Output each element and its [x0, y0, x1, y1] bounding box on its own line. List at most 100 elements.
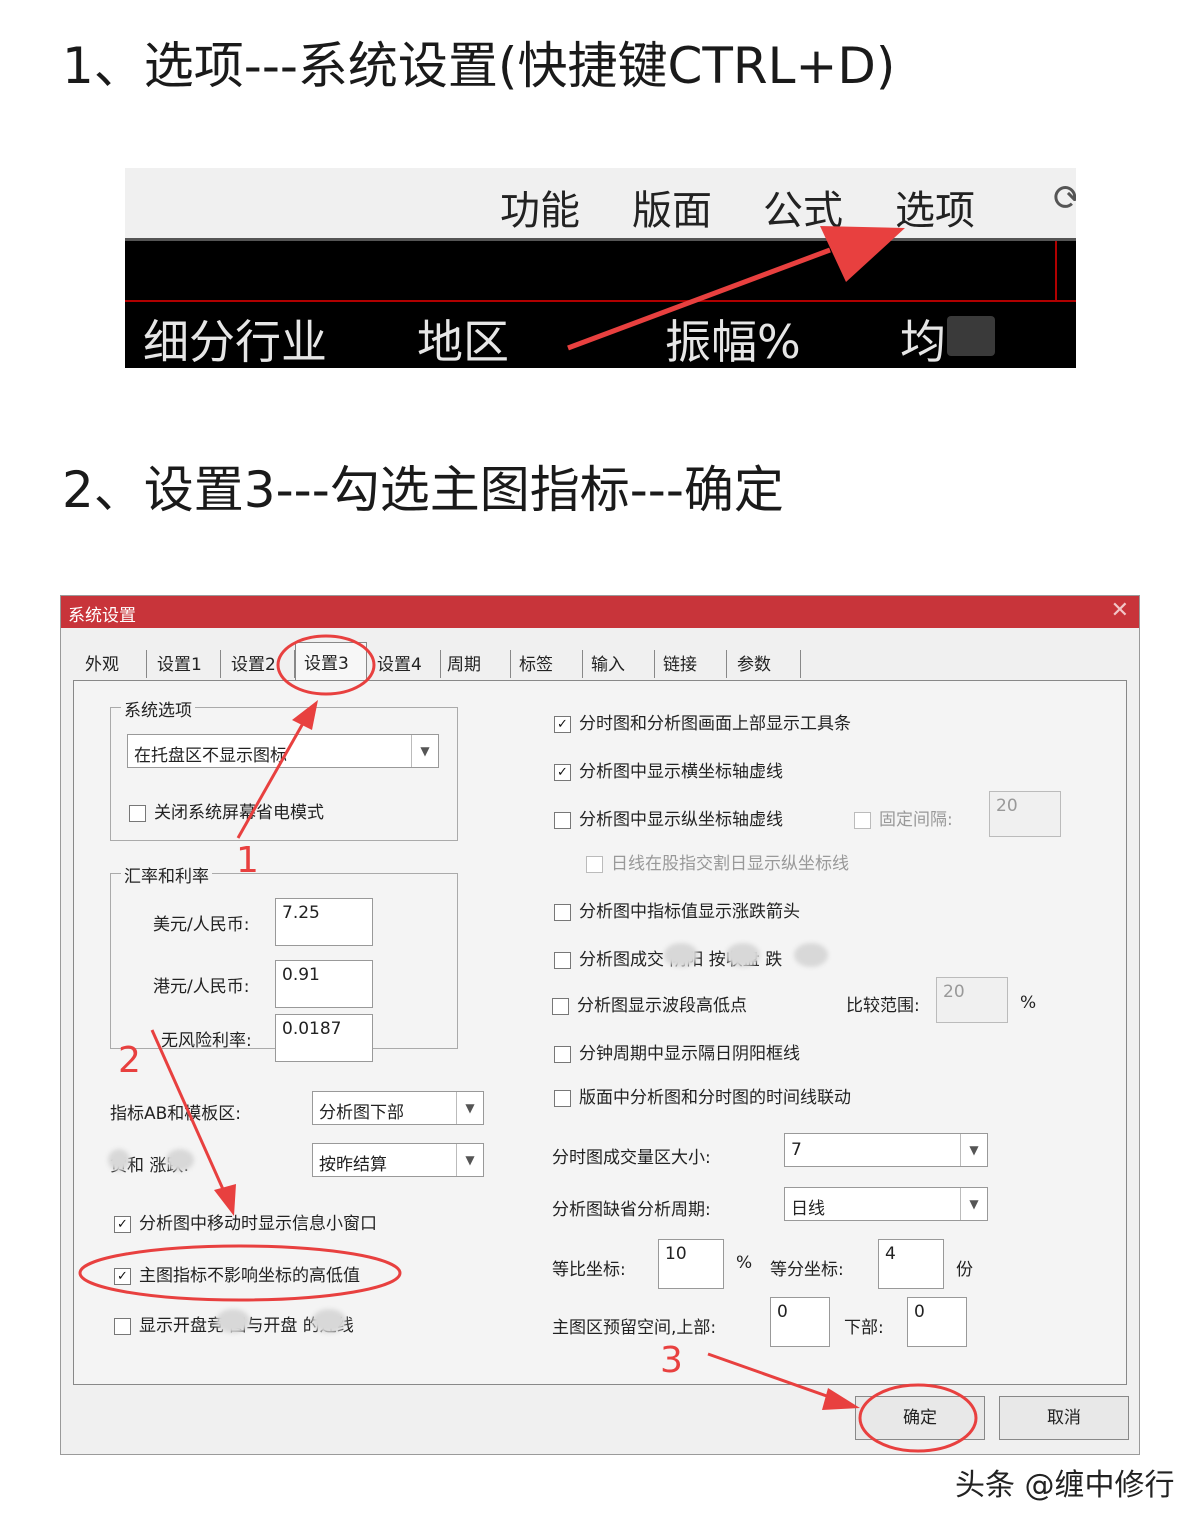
blurred-region [216, 1309, 250, 1333]
menu-item-options[interactable]: 选项 [895, 178, 975, 236]
info-window-checkbox[interactable]: ✓ 分析图中移动时显示信息小窗口 [114, 1209, 377, 1234]
tab-settings2[interactable]: 设置2 [223, 650, 295, 678]
usd-label: 美元/人民币: [153, 915, 250, 935]
group-title: 汇率和利率 [121, 862, 212, 887]
checkbox-label: 主图指标不影响坐标的高低值 [139, 1266, 360, 1286]
tab-period[interactable]: 周期 [439, 650, 511, 678]
checkbox-label: 分析图显示波段高低点 [577, 996, 747, 1016]
watermark: 头条 @缠中修行 [955, 1468, 1175, 1503]
tab-settings3[interactable]: 设置3 [295, 642, 367, 680]
menu-item-layout[interactable]: 版面 [632, 178, 712, 236]
compare-range-input[interactable]: 20 [936, 977, 1008, 1023]
power-save-checkbox[interactable]: 关闭系统屏幕省电模式 [129, 798, 324, 823]
tab-label[interactable]: 标签 [511, 650, 583, 678]
step2-instruction: 2、设置3---勾选主图指标---确定 [62, 461, 784, 519]
checkbox-label: 日线在股指交割日显示纵坐标线 [611, 854, 849, 874]
equal-axis-input[interactable]: 4 [878, 1239, 944, 1289]
blurred-region [794, 943, 828, 967]
ratio-unit: % [736, 1253, 753, 1273]
tab-settings1[interactable]: 设置1 [149, 650, 221, 678]
volume-area-label: 分时图成交量区大小: [552, 1148, 711, 1168]
checkbox-box[interactable]: ✓ [114, 1267, 131, 1285]
close-icon[interactable]: ✕ [1111, 598, 1129, 623]
column-header-region[interactable]: 地区 [417, 306, 509, 368]
menu-item-formula[interactable]: 公式 [763, 178, 843, 236]
refresh-icon[interactable]: ⟳ [1053, 178, 1076, 219]
checkbox-box[interactable] [554, 951, 571, 969]
ratio-axis-input[interactable]: 10 [658, 1239, 724, 1289]
fixed-interval-checkbox[interactable]: 固定间隔: [854, 805, 953, 830]
step1-instruction: 1、选项---系统设置(快捷键CTRL+D) [62, 37, 896, 95]
column-header-industry[interactable]: 细分行业 [143, 306, 327, 368]
checkbox-box[interactable] [554, 1045, 571, 1063]
toolbar-checkbox[interactable]: ✓ 分时图和分析图画面上部显示工具条 [554, 709, 851, 734]
ratio-axis-label: 等比坐标: [552, 1260, 626, 1280]
usd-rate-input[interactable]: 7.25 [275, 898, 373, 946]
tab-input[interactable]: 输入 [583, 650, 655, 678]
vertical-axis-checkbox[interactable]: 分析图中显示纵坐标轴虚线 [554, 805, 783, 830]
timeline-link-checkbox[interactable]: 版面中分析图和分时图的时间线联动 [554, 1083, 851, 1108]
tab-settings4[interactable]: 设置4 [369, 650, 441, 678]
default-period-select[interactable]: 日线 ▼ [784, 1187, 988, 1221]
fixed-interval-input[interactable]: 20 [989, 791, 1061, 837]
tray-icon-select[interactable]: 在托盘区不显示图标 ▼ [127, 734, 439, 768]
intraday-frame-checkbox[interactable]: 分钟周期中显示隔日阴阳框线 [554, 1039, 800, 1064]
default-period-label: 分析图缺省分析周期: [552, 1200, 711, 1220]
reserve-bottom-input[interactable]: 0 [907, 1297, 967, 1347]
checkbox-box[interactable]: ✓ [554, 763, 571, 781]
horizontal-axis-checkbox[interactable]: ✓ 分析图中显示横坐标轴虚线 [554, 757, 783, 782]
column-header-amplitude[interactable]: 振幅% [665, 306, 801, 368]
checkbox-box[interactable] [129, 804, 146, 822]
checkbox-box[interactable]: ✓ [554, 715, 571, 733]
checkbox-box[interactable] [854, 811, 871, 829]
risk-free-label: 无风险利率: [161, 1031, 252, 1051]
chevron-down-icon[interactable]: ▼ [456, 1092, 483, 1124]
checkbox-box[interactable]: ✓ [114, 1215, 131, 1233]
checkbox-label: 分析图中指标值显示涨跌箭头 [579, 902, 800, 922]
menu-bar: 功能 版面 公式 选项 ⟳ [125, 168, 1076, 241]
volume-area-select[interactable]: 7 ▼ [784, 1133, 988, 1167]
checkbox-box[interactable] [554, 1089, 571, 1107]
tab-link[interactable]: 链接 [655, 650, 727, 678]
checkbox-label: 分析图中显示横坐标轴虚线 [579, 762, 783, 782]
dialog-titlebar[interactable]: 系统设置 ✕ [61, 596, 1139, 628]
indicator-arrow-checkbox[interactable]: 分析图中指标值显示涨跌箭头 [554, 897, 800, 922]
cancel-button[interactable]: 取消 [999, 1396, 1129, 1440]
hkd-label: 港元/人民币: [153, 977, 250, 997]
equal-unit: 份 [956, 1260, 973, 1280]
group-rates: 汇率和利率 美元/人民币: 7.25 港元/人民币: 0.91 无风险利率: 0… [110, 862, 458, 1062]
checkbox-box[interactable] [554, 903, 571, 921]
chevron-down-icon[interactable]: ▼ [960, 1188, 987, 1220]
futures-change-select[interactable]: 按昨结算 ▼ [312, 1143, 484, 1177]
checkbox-label: 关闭系统屏幕省电模式 [154, 803, 324, 823]
select-value: 日线 [791, 1199, 825, 1219]
ok-button[interactable]: 确定 [855, 1396, 985, 1440]
blurred-region [664, 943, 698, 967]
blurred-region [726, 943, 760, 967]
index-delivery-checkbox[interactable]: 日线在股指交割日显示纵坐标线 [586, 849, 849, 874]
chevron-down-icon[interactable]: ▼ [411, 735, 438, 767]
ab-template-select[interactable]: 分析图下部 ▼ [312, 1091, 484, 1125]
menu-item-function[interactable]: 功能 [500, 178, 580, 236]
risk-free-rate-input[interactable]: 0.0187 [275, 1014, 373, 1062]
system-settings-dialog: 系统设置 ✕ 外观 设置1 设置2 设置4 周期 标签 输入 链接 参数 系统选… [60, 595, 1140, 1455]
reserve-top-input[interactable]: 0 [770, 1297, 830, 1347]
blurred-region [166, 1149, 194, 1171]
select-value: 分析图下部 [319, 1103, 404, 1123]
checkbox-box[interactable] [552, 997, 569, 1015]
tab-page-settings3: 系统选项 在托盘区不显示图标 ▼ 关闭系统屏幕省电模式 汇率和利率 美元/人民币… [73, 680, 1127, 1385]
chevron-down-icon[interactable]: ▼ [960, 1134, 987, 1166]
column-header-average[interactable]: 均 [900, 306, 946, 368]
tab-params[interactable]: 参数 [729, 650, 801, 678]
blurred-region [947, 316, 995, 356]
checkbox-box[interactable] [114, 1317, 131, 1335]
wave-points-checkbox[interactable]: 分析图显示波段高低点 [552, 991, 747, 1016]
blurred-region [108, 1149, 130, 1171]
chevron-down-icon[interactable]: ▼ [456, 1144, 483, 1176]
main-indicator-checkbox[interactable]: ✓ 主图指标不影响坐标的高低值 [114, 1261, 360, 1286]
hkd-rate-input[interactable]: 0.91 [275, 960, 373, 1008]
checkbox-box[interactable] [586, 855, 603, 873]
select-value: 7 [791, 1140, 802, 1160]
tab-appearance[interactable]: 外观 [77, 650, 147, 678]
checkbox-box[interactable] [554, 811, 571, 829]
